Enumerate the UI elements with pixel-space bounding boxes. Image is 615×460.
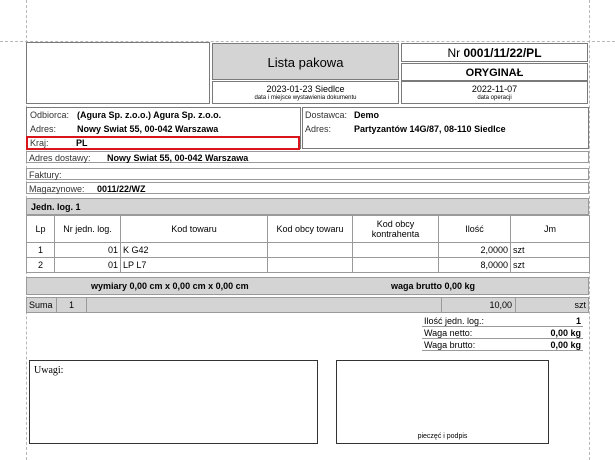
issue-date-box: 2023-01-23 Siedlce data i miejsce wystaw…	[212, 81, 399, 104]
signature-caption: pieczęć i podpis	[417, 433, 468, 440]
dimensions-text: wymiary 0,00 cm x 0,00 cm x 0,00 cm	[91, 281, 249, 291]
country-value: PL	[76, 138, 88, 148]
document-number-prefix: Nr	[447, 46, 464, 60]
recipient-address-label: Adres:	[30, 124, 57, 134]
col-unit-number: Nr jedn. log.	[54, 215, 121, 243]
delivery-row: Adres dostawy: Nowy Swiat 55, 00-042 War…	[26, 151, 589, 163]
recipient-label: Odbiorca:	[30, 110, 70, 120]
col-lp: Lp	[26, 215, 55, 243]
cell-lp: 2	[26, 257, 55, 273]
supplier-label: Dostawca:	[305, 110, 348, 120]
gross-weight-text: waga brutto 0,00 kg	[391, 281, 476, 291]
notes-label: Uwagi:	[34, 365, 64, 376]
col-contractor-code: Kod obcy kontrahenta	[352, 215, 439, 243]
recipient-name: (Agura Sp. z.o.o.) Agura Sp. z.o.o.	[77, 110, 222, 120]
sum-unit: szt	[574, 300, 586, 310]
document-number-value: 0001/11/22/PL	[463, 46, 542, 60]
issue-date-caption: data i miejsce wystawienia dokumentu	[254, 95, 357, 101]
totals-units-row: Ilość jedn. log.: 1	[422, 315, 583, 327]
table-row: 1 01 K G42 2,0000 szt	[26, 242, 590, 258]
recipient-address: Nowy Swiat 55, 00-042 Warszawa	[77, 124, 219, 134]
totals-net-label: Waga netto:	[424, 328, 473, 338]
dimensions-bar: wymiary 0,00 cm x 0,00 cm x 0,00 cm waga…	[26, 277, 589, 295]
supplier-box: Dostawca: Demo Adres: Partyzantów 14G/87…	[302, 107, 589, 149]
sum-label: Suma	[27, 298, 57, 312]
supplier-address-label: Adres:	[305, 124, 332, 134]
cell-unit: szt	[510, 257, 590, 273]
table-header-row: Lp Nr jedn. log. Kod towaru Kod obcy tow…	[26, 215, 590, 243]
totals-gross-row: Waga brutto: 0,00 kg	[422, 339, 583, 351]
cell-contractor-code	[352, 257, 439, 273]
supplier-address: Partyzantów 14G/87, 08-110 Siedlce	[354, 124, 506, 134]
table-row: 2 01 LP L7 8,0000 szt	[26, 257, 590, 273]
signature-box: pieczęć i podpis	[336, 360, 549, 444]
country-highlight: Kraj: PL	[26, 136, 300, 150]
totals-units-label: Ilość jedn. log.:	[424, 316, 485, 326]
operation-date-box: 2022-11-07 data operacji	[401, 81, 588, 104]
cell-contractor-code	[352, 242, 439, 258]
cell-lp: 1	[26, 242, 55, 258]
cell-product-code: LP L7	[120, 257, 268, 273]
operation-date-caption: data operacji	[477, 95, 512, 101]
delivery-label: Adres dostawy:	[29, 153, 91, 163]
cell-foreign-code	[267, 257, 353, 273]
cell-quantity: 2,0000	[438, 242, 511, 258]
cell-unit-number: 01	[54, 257, 121, 273]
country-label: Kraj:	[30, 138, 49, 148]
notes-box: Uwagi:	[29, 360, 318, 444]
supplier-name: Demo	[354, 110, 380, 120]
document-number: Nr 0001/11/22/PL	[401, 43, 588, 62]
logistic-unit-title: Jedn. log. 1	[26, 198, 589, 215]
invoices-label: Faktury:	[29, 170, 62, 180]
col-unit: Jm	[510, 215, 590, 243]
operation-date: 2022-11-07	[471, 84, 518, 94]
sum-quantity: 10,00	[441, 298, 516, 312]
invoices-row: Faktury:	[26, 168, 589, 180]
col-product-code: Kod towaru	[120, 215, 268, 243]
sum-row: Suma 1 10,00 szt	[26, 297, 589, 313]
issue-date: 2023-01-23 Siedlce	[266, 84, 345, 94]
cell-unit-number: 01	[54, 242, 121, 258]
totals-gross-label: Waga brutto:	[424, 340, 476, 350]
cell-quantity: 8,0000	[438, 257, 511, 273]
totals-net-value: 0,00 kg	[550, 328, 581, 338]
warehouse-doc: 0011/22/WZ	[97, 184, 146, 194]
totals-net-row: Waga netto: 0,00 kg	[422, 327, 583, 339]
col-quantity: Ilość	[438, 215, 511, 243]
cell-unit: szt	[510, 242, 590, 258]
warehouse-row: Magazynowe: 0011/22/WZ	[26, 182, 589, 194]
items-table: Lp Nr jedn. log. Kod towaru Kod obcy tow…	[26, 215, 590, 273]
warehouse-label: Magazynowe:	[29, 184, 85, 194]
copy-type: ORYGINAŁ	[401, 63, 588, 81]
totals-units-value: 1	[575, 316, 581, 326]
cell-product-code: K G42	[120, 242, 268, 258]
delivery-address: Nowy Swiat 55, 00-042 Warszawa	[107, 153, 249, 163]
document-title: Lista pakowa	[212, 43, 399, 80]
cell-foreign-code	[267, 242, 353, 258]
sum-count: 1	[57, 298, 87, 312]
totals-box: Ilość jedn. log.: 1 Waga netto: 0,00 kg …	[422, 315, 583, 351]
logo-area	[26, 42, 210, 104]
col-foreign-product-code: Kod obcy towaru	[267, 215, 353, 243]
totals-gross-value: 0,00 kg	[550, 340, 581, 350]
